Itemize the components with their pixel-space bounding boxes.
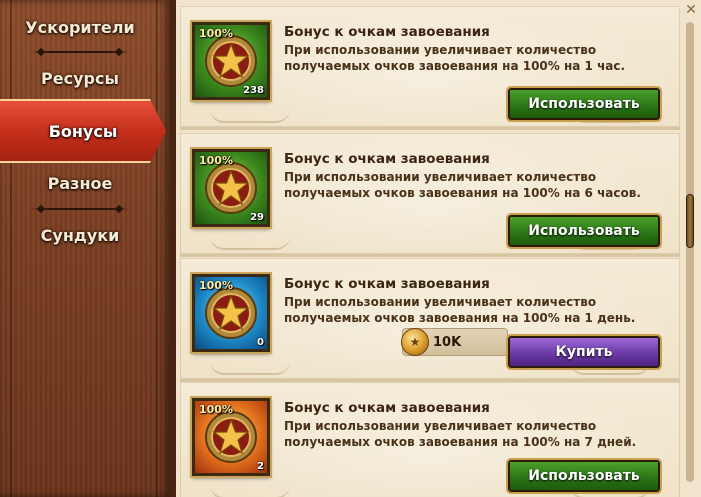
conquest-bonus-icon[interactable]: 100% 238 [190, 20, 272, 102]
gold-coin-icon: ★ [401, 328, 429, 356]
star-medal-icon [205, 35, 257, 87]
bonus-percent-label: 100% [199, 279, 233, 292]
item-title: Бонус к очкам завоевания [284, 400, 490, 416]
price-value: 10K [433, 334, 462, 350]
sidebar-item-label: Ускорители [25, 17, 135, 37]
use-button[interactable]: Использовать [506, 213, 662, 249]
item-count: 238 [243, 85, 264, 96]
card-ornament [210, 236, 290, 250]
item-description: При использовании увеличивает количество… [284, 419, 637, 449]
item-count: 0 [257, 337, 264, 348]
bonus-percent-label: 100% [199, 403, 233, 416]
star-medal-icon [205, 411, 257, 463]
bonus-percent-label: 100% [199, 154, 233, 167]
item-description: При использовании увеличивает количество… [284, 170, 641, 200]
sidebar-item-bonuses[interactable]: Бонусы [0, 99, 166, 163]
use-button[interactable]: Использовать [506, 458, 662, 494]
sidebar-divider [30, 51, 130, 53]
conquest-bonus-icon[interactable]: 100% 2 [190, 396, 272, 478]
item-description: При использовании увеличивает количество… [284, 295, 636, 325]
card-ornament [210, 109, 290, 123]
price-tag: ★ 10K [401, 328, 508, 356]
scrollbar-track[interactable] [686, 22, 694, 482]
item-count: 2 [257, 461, 264, 472]
item-title: Бонус к очкам завоевания [284, 151, 490, 167]
item-description: При использовании увеличивает количество… [284, 43, 626, 73]
sidebar-item-chests[interactable]: Сундуки [0, 212, 160, 258]
sidebar-item-label: Бонусы [48, 121, 118, 141]
item-card: 100% 29 Бонус к очкам завоевания При исп… [180, 133, 680, 257]
conquest-bonus-icon[interactable]: 100% 0 [190, 272, 272, 354]
category-sidebar: Ускорители Ресурсы Бонусы Разное Сундуки [0, 0, 176, 497]
use-button[interactable]: Использовать [506, 86, 662, 122]
bonus-percent-label: 100% [199, 27, 233, 40]
item-count: 29 [250, 212, 264, 223]
sidebar-divider [30, 208, 130, 210]
card-ornament [210, 361, 290, 375]
scrollbar-thumb[interactable] [686, 194, 694, 248]
conquest-bonus-icon[interactable]: 100% 29 [190, 147, 272, 229]
item-list[interactable]: 100% 238 Бонус к очкам завоевания При ис… [176, 0, 701, 497]
star-medal-icon [205, 287, 257, 339]
sidebar-item-misc[interactable]: Разное [0, 160, 160, 206]
item-card: 100% 238 Бонус к очкам завоевания При ис… [180, 6, 680, 130]
star-medal-icon [205, 162, 257, 214]
corner-ornament-icon: ✕ [685, 2, 697, 18]
item-title: Бонус к очкам завоевания [284, 24, 490, 40]
sidebar-item-resources[interactable]: Ресурсы [0, 55, 160, 101]
card-ornament [210, 485, 290, 497]
sidebar-item-label: Ресурсы [41, 68, 119, 88]
sidebar-item-boosters[interactable]: Ускорители [0, 4, 160, 50]
sidebar-item-label: Сундуки [40, 225, 120, 245]
item-title: Бонус к очкам завоевания [284, 276, 490, 292]
buy-button[interactable]: Купить [506, 334, 662, 370]
item-card: 100% 0 Бонус к очкам завоевания При испо… [180, 258, 680, 382]
item-card: 100% 2 Бонус к очкам завоевания При испо… [180, 382, 680, 497]
sidebar-item-label: Разное [47, 173, 113, 193]
